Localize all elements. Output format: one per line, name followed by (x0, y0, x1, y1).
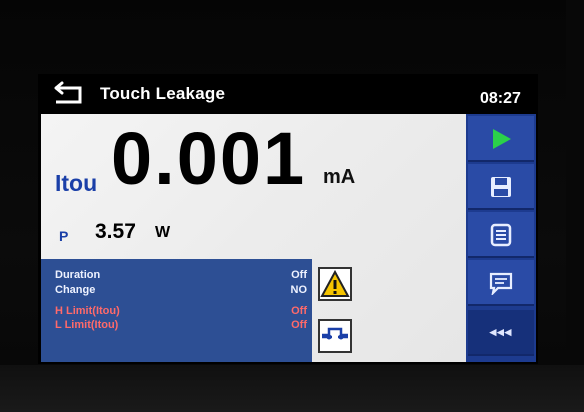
sidebar: ◂◂◂ (466, 114, 536, 362)
param-name: Duration (55, 269, 101, 281)
warning-icon (320, 269, 350, 297)
param-value: Off (291, 305, 307, 317)
connection-status (318, 319, 352, 353)
more-button[interactable]: ◂◂◂ (468, 310, 534, 356)
page-title: Touch Leakage (100, 84, 226, 103)
measurement-value: 0.001 (111, 117, 307, 200)
param-name: Change (55, 284, 96, 296)
param-value: NO (290, 284, 308, 296)
param-value: Off (291, 319, 307, 331)
play-icon (493, 129, 511, 149)
header-bar: Touch Leakage 08:27 (38, 74, 538, 114)
back-button[interactable] (52, 80, 86, 108)
measurement-unit: mA (323, 166, 356, 188)
power-label: P (59, 228, 69, 244)
start-button[interactable] (468, 116, 534, 162)
clock-time: 08:27 (480, 90, 521, 107)
save-button[interactable] (468, 164, 534, 210)
comment-button[interactable] (468, 260, 534, 306)
save-icon (491, 177, 511, 197)
comment-icon (489, 272, 513, 295)
param-name: L Limit(Itou) (55, 319, 119, 331)
power-unit: W (155, 224, 171, 241)
device-frame-bottom (0, 365, 584, 412)
measurement-label: Itou (55, 170, 98, 196)
param-value: Off (291, 269, 307, 281)
parameter-panel[interactable]: Duration Off Change NO H Limit(Itou) Off… (41, 259, 312, 362)
power-value: 3.57 (95, 220, 136, 243)
warning-status (318, 267, 352, 301)
back-arrow-icon (54, 81, 82, 104)
param-name: H Limit(Itou) (55, 305, 120, 317)
more-label: ◂◂◂ (489, 324, 513, 339)
list-icon (490, 223, 512, 247)
device-frame-right (566, 0, 584, 412)
list-button[interactable] (468, 212, 534, 258)
connection-icon (322, 327, 348, 340)
instrument-screen: Touch Leakage 08:27 Itou 0.001 mA P 3.57… (38, 74, 538, 364)
